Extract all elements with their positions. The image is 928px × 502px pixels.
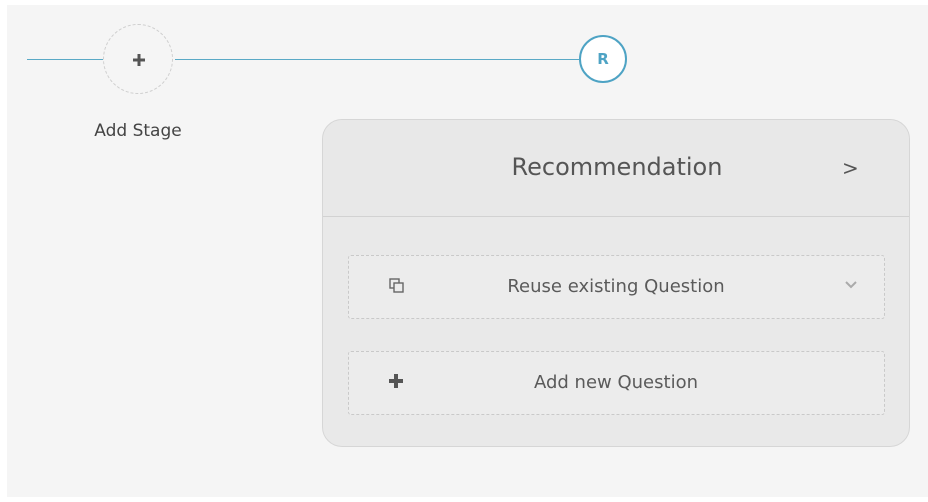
plus-icon bbox=[133, 54, 145, 66]
stage-card: Recommendation > Reuse existing Question… bbox=[322, 119, 910, 447]
stage-pipeline-canvas: Add Stage R Recommendation > Reuse exist… bbox=[7, 5, 928, 497]
pipeline-connector-left bbox=[27, 59, 103, 60]
add-new-question-button[interactable]: Add new Question bbox=[348, 351, 885, 415]
stage-node-recommendation[interactable]: R bbox=[579, 35, 627, 83]
reuse-existing-question-label: Reuse existing Question bbox=[507, 276, 725, 297]
chevron-down-icon[interactable] bbox=[845, 281, 857, 289]
stage-card-header: Recommendation > bbox=[323, 120, 909, 217]
add-new-question-label: Add new Question bbox=[533, 372, 698, 393]
reuse-existing-question-button[interactable]: Reuse existing Question bbox=[348, 255, 885, 319]
add-stage-label: Add Stage bbox=[94, 121, 182, 141]
chevron-right-icon[interactable]: > bbox=[842, 156, 859, 180]
stage-node-letter: R bbox=[597, 50, 609, 68]
add-stage-button[interactable] bbox=[103, 24, 173, 94]
pipeline-connector-right bbox=[175, 59, 579, 60]
stage-card-title: Recommendation bbox=[511, 153, 723, 181]
